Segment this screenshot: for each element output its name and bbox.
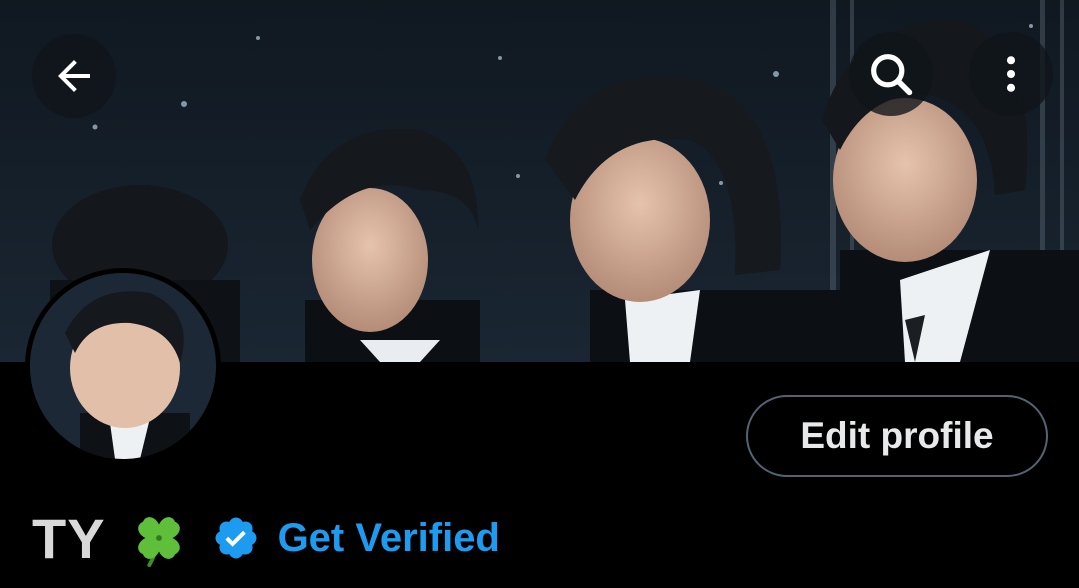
four-leaf-clover-icon <box>128 507 190 569</box>
search-icon <box>871 54 913 96</box>
edit-profile-button[interactable]: Edit profile <box>746 395 1048 477</box>
back-button[interactable] <box>32 34 116 118</box>
search-button[interactable] <box>849 32 933 116</box>
arrow-left-icon <box>58 60 90 92</box>
profile-avatar[interactable] <box>25 268 221 464</box>
more-vertical-icon <box>1006 56 1016 92</box>
more-options-button[interactable] <box>969 32 1053 116</box>
avatar-photo <box>30 273 216 459</box>
profile-name: TY <box>32 506 106 570</box>
profile-name-row: TY Get Verified <box>32 500 500 576</box>
verified-badge-icon[interactable] <box>212 514 260 562</box>
get-verified-link[interactable]: Get Verified <box>278 516 500 561</box>
